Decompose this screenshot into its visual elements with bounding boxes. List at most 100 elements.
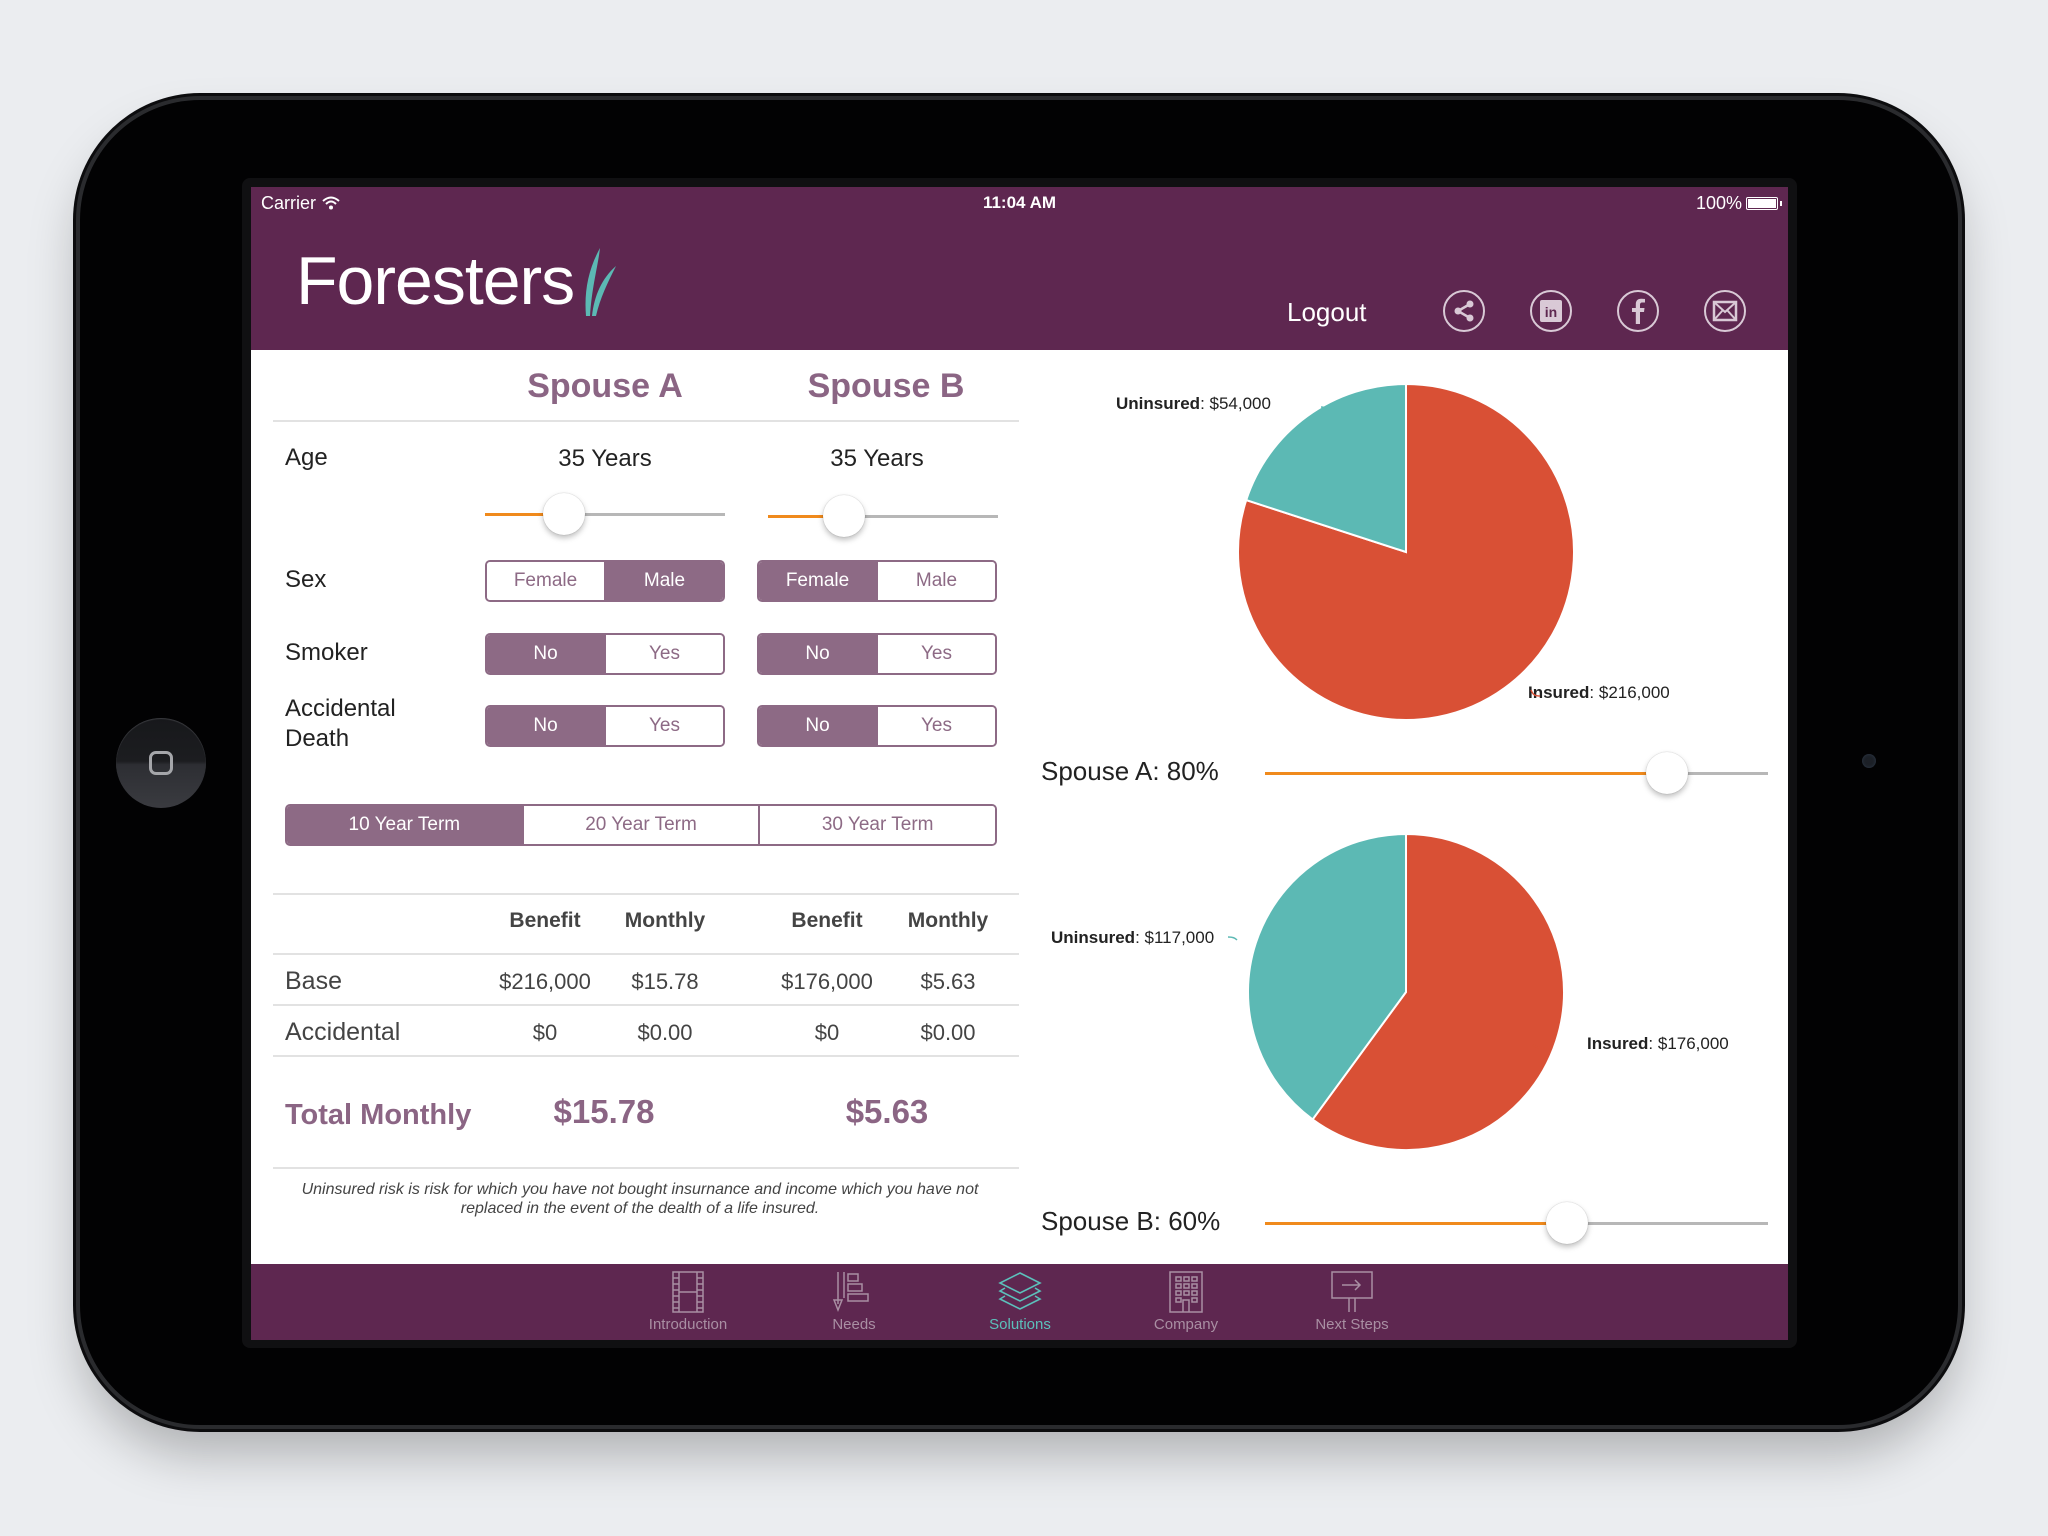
spouse-b-age-slider[interactable] xyxy=(768,495,998,537)
row-label-accidental: Accidental xyxy=(285,1018,401,1046)
battery-icon xyxy=(1746,196,1782,210)
pie-b-leader-lines xyxy=(1227,936,1546,1049)
leader-insured xyxy=(1532,1044,1546,1049)
label-value: $216,000 xyxy=(1598,683,1670,702)
accidental-monthly-b: $0.00 xyxy=(920,1020,976,1045)
segment-option-yes[interactable]: Yes xyxy=(604,635,723,673)
base-monthly-b: $5.63 xyxy=(920,969,976,994)
label-value: $176,000 xyxy=(1657,1034,1729,1053)
spouse-a-sex-toggle[interactable]: Female Male xyxy=(485,560,725,602)
slider-fill xyxy=(1265,1222,1567,1225)
status-time: 11:04 AM xyxy=(982,193,1057,212)
leader-uninsured xyxy=(1227,936,1238,941)
spouse-b-coverage-slider[interactable] xyxy=(1265,1202,1768,1244)
needs-icon xyxy=(832,1272,869,1313)
header-monthly-b: Monthly xyxy=(907,909,989,932)
tab-company[interactable]: Company xyxy=(1106,1264,1266,1340)
segment-option-10-year-term[interactable]: 10 Year Term xyxy=(287,806,522,844)
label-name: Uninsured xyxy=(1116,394,1201,413)
label-value: $117,000 xyxy=(1144,928,1215,947)
divider xyxy=(273,1167,1019,1169)
tab-label: Solutions xyxy=(989,1316,1051,1333)
spouse-b-smoker-toggle[interactable]: No Yes xyxy=(757,633,997,675)
segment-option-female[interactable]: Female xyxy=(487,562,604,600)
tab-label: Company xyxy=(1153,1316,1219,1333)
spouse-b-accidental-toggle[interactable]: No Yes xyxy=(757,705,997,747)
foresters-logo: Foresters xyxy=(296,242,620,320)
share-icon xyxy=(1454,300,1474,322)
divider xyxy=(273,953,1019,955)
segment-option-no[interactable]: No xyxy=(759,707,876,745)
spouse-b-sex-toggle[interactable]: Female Male xyxy=(757,560,997,602)
leader-uninsured xyxy=(1320,406,1330,415)
segment-option-male[interactable]: Male xyxy=(604,562,723,600)
linkedin-icon: in xyxy=(1540,300,1562,322)
tab-needs[interactable]: Needs xyxy=(774,1264,934,1340)
segment-option-yes[interactable]: Yes xyxy=(876,635,995,673)
accidental-death-label: Accidental Death xyxy=(285,695,396,752)
total-monthly-label: Total Monthly xyxy=(285,1099,472,1131)
logo-sprout-icon xyxy=(585,248,617,316)
tab-label: Next Steps xyxy=(1315,1316,1389,1333)
segment-option-no[interactable]: No xyxy=(487,635,604,673)
spouse-a-header: Spouse A xyxy=(527,367,683,405)
tab-next-steps[interactable]: Next Steps xyxy=(1272,1264,1432,1340)
spouse-a-coverage-label: Spouse A: 80% xyxy=(1041,756,1219,786)
svg-text:in: in xyxy=(1545,304,1557,320)
segment-option-no[interactable]: No xyxy=(759,635,876,673)
status-battery: 100% xyxy=(1695,191,1782,215)
slider-knob[interactable] xyxy=(543,493,586,535)
email-icon xyxy=(1712,300,1738,322)
leader-insured xyxy=(1530,689,1541,697)
email-button[interactable] xyxy=(1704,290,1746,332)
pie-a-leader-lines xyxy=(1320,406,1541,697)
term-selector[interactable]: 10 Year Term 20 Year Term 30 Year Term xyxy=(285,804,997,846)
building-icon xyxy=(1169,1271,1203,1313)
segment-option-male[interactable]: Male xyxy=(876,562,995,600)
battery-percent: 100% xyxy=(1695,193,1742,213)
camera xyxy=(1862,754,1876,768)
segment-option-yes[interactable]: Yes xyxy=(604,707,723,745)
spouse-b-header: Spouse B xyxy=(807,367,965,405)
label-value: $54,000 xyxy=(1209,394,1271,413)
segment-option-female[interactable]: Female xyxy=(759,562,876,600)
tab-label: Needs xyxy=(832,1316,876,1333)
segment-option-20-year-term[interactable]: 20 Year Term xyxy=(521,806,759,844)
spouse-a-coverage-slider[interactable] xyxy=(1265,752,1768,794)
slider-knob[interactable] xyxy=(822,495,865,537)
divider xyxy=(273,420,1019,422)
tab-introduction[interactable]: Introduction xyxy=(608,1264,768,1340)
slider-knob[interactable] xyxy=(1646,752,1689,794)
share-button[interactable] xyxy=(1443,290,1485,332)
total-monthly-a: $15.78 xyxy=(553,1093,655,1130)
slider-knob[interactable] xyxy=(1545,1202,1588,1244)
spouse-a-accidental-toggle[interactable]: No Yes xyxy=(485,705,725,747)
pie-a-uninsured-label: Uninsured: $54,000 xyxy=(1116,394,1271,413)
layers-icon xyxy=(998,1272,1042,1310)
label-name: Uninsured xyxy=(1051,928,1136,947)
base-monthly-a: $15.78 xyxy=(631,969,699,994)
smoker-label: Smoker xyxy=(285,639,368,666)
header-benefit-a: Benefit xyxy=(509,909,581,932)
brand-name: Foresters xyxy=(296,243,575,319)
base-benefit-b: $176,000 xyxy=(781,969,873,994)
spouse-a-age-slider[interactable] xyxy=(485,493,725,535)
row-label-base: Base xyxy=(285,967,342,995)
segment-option-30-year-term[interactable]: 30 Year Term xyxy=(758,806,995,844)
segment-option-no[interactable]: No xyxy=(487,707,604,745)
tab-solutions[interactable]: Solutions xyxy=(940,1264,1100,1340)
spouse-a-smoker-toggle[interactable]: No Yes xyxy=(485,633,725,675)
segment-option-yes[interactable]: Yes xyxy=(876,707,995,745)
age-label: Age xyxy=(285,444,328,471)
linkedin-button[interactable]: in xyxy=(1530,290,1572,332)
divider xyxy=(273,1004,1019,1006)
label-name: Insured xyxy=(1587,1034,1649,1053)
header-benefit-b: Benefit xyxy=(791,909,863,932)
spouse-a-age-value: 35 Years xyxy=(558,445,652,472)
logout-button[interactable]: Logout xyxy=(1287,297,1367,328)
facebook-button[interactable] xyxy=(1617,290,1659,332)
base-benefit-a: $216,000 xyxy=(499,969,591,994)
pie-b-uninsured-label: Uninsured: $117,000 xyxy=(1051,928,1215,947)
film-icon xyxy=(672,1271,704,1313)
home-button[interactable] xyxy=(116,718,206,808)
